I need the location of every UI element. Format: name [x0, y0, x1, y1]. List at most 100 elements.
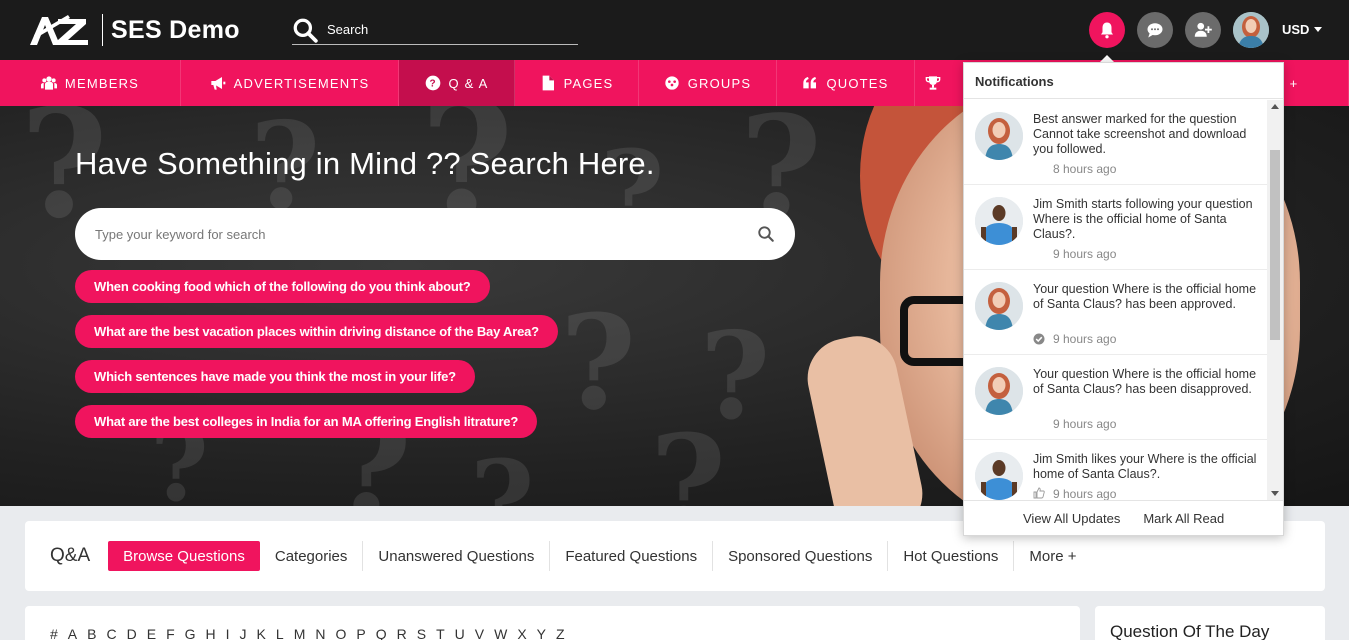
alphabet-letter[interactable]: Z	[556, 626, 565, 640]
suggested-question[interactable]: When cooking food which of the following…	[75, 270, 490, 303]
notification-text: Jim Smith starts following your question…	[1033, 197, 1253, 241]
man-avatar-icon	[975, 452, 1023, 500]
notification-time: 9 hours ago	[1053, 332, 1117, 346]
hero-search-input[interactable]	[95, 226, 757, 242]
avatar	[975, 452, 1023, 500]
alphabet-letter[interactable]: M	[294, 626, 306, 640]
view-all-updates-link[interactable]: View All Updates	[1023, 511, 1120, 526]
megaphone-icon	[210, 77, 225, 90]
alphabet-letter[interactable]: J	[240, 626, 247, 640]
notification-text: Your question Where is the official home…	[1033, 282, 1257, 311]
tab-unanswered-questions[interactable]: Unanswered Questions	[363, 541, 551, 571]
nav-item-quotes[interactable]: QUOTES	[777, 60, 915, 106]
friend-requests-button[interactable]	[1185, 12, 1221, 48]
groups-icon	[665, 76, 679, 90]
quote-icon	[803, 77, 817, 89]
alphabet-letter[interactable]: E	[147, 626, 156, 640]
alphabet-letter[interactable]: N	[315, 626, 325, 640]
members-icon	[40, 76, 57, 90]
hero-search-box[interactable]	[75, 208, 795, 260]
alphabet-letter[interactable]: P	[356, 626, 365, 640]
notification-item[interactable]: Jim Smith likes your Where is the offici…	[964, 440, 1267, 500]
alphabet-letter[interactable]: B	[87, 626, 96, 640]
suggested-question[interactable]: Which sentences have made you think the …	[75, 360, 475, 393]
bell-icon	[1101, 22, 1113, 39]
notification-item[interactable]: Best answer marked for the question Cann…	[964, 100, 1267, 185]
alphabet-letter[interactable]: C	[106, 626, 116, 640]
scroll-down-icon[interactable]	[1271, 491, 1279, 496]
currency-label: USD	[1282, 22, 1310, 37]
alphabet-letter[interactable]: X	[517, 626, 526, 640]
nav-item-pages[interactable]: PAGES	[515, 60, 639, 106]
caret-down-icon	[1314, 27, 1323, 32]
alphabet-filter: # A B C D E F G H I J K L M N O P Q R S …	[50, 626, 1080, 640]
alphabet-letter[interactable]: V	[475, 626, 484, 640]
notification-item[interactable]: Jim Smith starts following your question…	[964, 185, 1267, 270]
alphabet-letter[interactable]: D	[127, 626, 137, 640]
woman-avatar-icon	[975, 112, 1023, 160]
notification-item[interactable]: Your question Where is the official home…	[964, 355, 1267, 440]
suggested-question[interactable]: What are the best vacation places within…	[75, 315, 558, 348]
avatar	[975, 282, 1023, 330]
alphabet-letter[interactable]: H	[206, 626, 216, 640]
alphabet-letter[interactable]: F	[166, 626, 175, 640]
search-icon[interactable]	[757, 225, 775, 243]
avatar	[975, 197, 1023, 245]
messages-button[interactable]	[1137, 12, 1173, 48]
nav-item-advertisements[interactable]: ADVERTISEMENTS	[181, 60, 399, 106]
notifications-list: Best answer marked for the question Cann…	[964, 100, 1267, 500]
notifications-footer: View All Updates Mark All Read	[964, 500, 1283, 536]
alphabet-letter[interactable]: G	[185, 626, 196, 640]
user-avatar[interactable]	[1233, 12, 1269, 48]
nav-item-qa[interactable]: ? Q & A	[399, 60, 515, 106]
panel-title: Question Of The Day	[1110, 622, 1270, 640]
notification-time: 8 hours ago	[1053, 162, 1117, 176]
alphabet-letter[interactable]: U	[455, 626, 465, 640]
alphabet-letter[interactable]: I	[226, 626, 230, 640]
notification-item[interactable]: Your question Where is the official home…	[964, 270, 1267, 355]
tab-featured-questions[interactable]: Featured Questions	[550, 541, 714, 571]
header-search-input[interactable]	[327, 22, 567, 37]
question-of-the-day-panel: Question Of The Day	[1095, 606, 1325, 640]
notification-time: 9 hours ago	[1053, 247, 1117, 261]
alphabet-letter[interactable]: O	[335, 626, 346, 640]
alphabet-letter[interactable]: T	[436, 626, 445, 640]
scroll-up-icon[interactable]	[1271, 104, 1279, 109]
tab-sponsored-questions[interactable]: Sponsored Questions	[713, 541, 889, 571]
alphabet-letter[interactable]: R	[397, 626, 407, 640]
mark-all-read-link[interactable]: Mark All Read	[1143, 511, 1224, 526]
tab-more[interactable]: More +	[1014, 541, 1091, 571]
svg-text:?: ?	[429, 78, 436, 89]
tab-browse-questions[interactable]: Browse Questions	[108, 541, 260, 571]
avatar	[1233, 12, 1269, 48]
nav-item-members[interactable]: MEMBERS	[0, 60, 181, 106]
currency-selector[interactable]: USD	[1282, 22, 1323, 37]
notification-time: 9 hours ago	[1053, 417, 1117, 431]
header-search[interactable]	[292, 15, 578, 45]
tab-categories[interactable]: Categories	[260, 541, 364, 571]
scrollbar-thumb[interactable]	[1270, 150, 1280, 340]
site-logo[interactable]: SES Demo	[28, 12, 240, 48]
site-name: SES Demo	[111, 15, 240, 44]
question-mark-decoration: ?	[560, 286, 637, 439]
alphabet-letter[interactable]: Y	[537, 626, 546, 640]
check-circle-icon	[1033, 333, 1045, 345]
alphabet-letter[interactable]: W	[494, 626, 507, 640]
nav-item-label: MEMBERS	[64, 75, 140, 91]
nav-item-label: Q & A	[448, 75, 489, 91]
tab-hot-questions[interactable]: Hot Questions	[888, 541, 1015, 571]
page-icon	[542, 75, 554, 91]
alphabet-letter[interactable]: K	[257, 626, 266, 640]
notifications-scrollbar[interactable]	[1267, 100, 1283, 500]
add-user-icon	[1194, 22, 1212, 37]
alphabet-letter[interactable]: #	[50, 626, 58, 640]
suggested-question[interactable]: What are the best colleges in India for …	[75, 405, 538, 438]
nav-item-groups[interactable]: GROUPS	[639, 60, 777, 106]
alphabet-letter[interactable]: S	[417, 626, 426, 640]
thumbs-up-icon	[1033, 487, 1045, 499]
alphabet-letter[interactable]: L	[276, 626, 284, 640]
search-icon[interactable]	[292, 17, 318, 43]
alphabet-letter[interactable]: A	[68, 626, 77, 640]
notifications-button[interactable]	[1089, 12, 1125, 48]
alphabet-letter[interactable]: Q	[376, 626, 387, 640]
